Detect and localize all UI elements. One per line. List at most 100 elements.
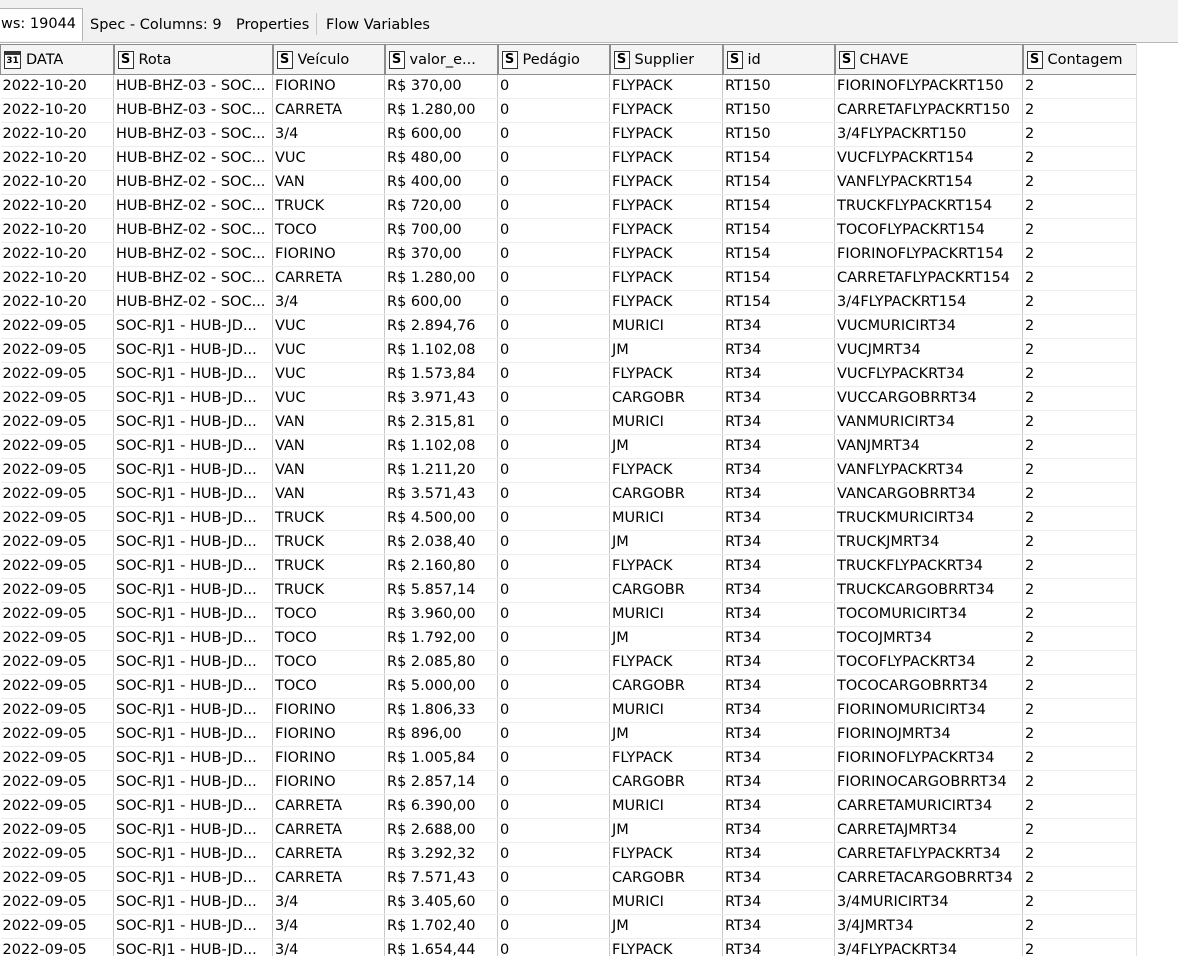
cell-rota[interactable]: SOC-RJ1 - HUB-JD...	[113, 434, 273, 459]
cell-rota[interactable]: SOC-RJ1 - HUB-JD...	[113, 794, 273, 819]
cell-id[interactable]: RT34	[722, 362, 835, 387]
cell-chave[interactable]: FIORINOCARGOBRRT34	[834, 770, 1023, 795]
cell-veiculo[interactable]: FIORINO	[272, 698, 385, 723]
cell-data[interactable]: 2022-09-05	[0, 410, 114, 435]
cell-rota[interactable]: SOC-RJ1 - HUB-JD...	[113, 386, 273, 411]
cell-supplier[interactable]: MURICI	[609, 410, 723, 435]
cell-pedagio[interactable]: 0	[497, 98, 610, 123]
cell-chave[interactable]: 3/4MURICIRT34	[834, 890, 1023, 915]
cell-rota[interactable]: HUB-BHZ-02 - SOC...	[113, 218, 273, 243]
table-row[interactable]: 2022-10-20 HUB-BHZ-02 - SOC... 3/4 R$ 600,0…	[0, 290, 1136, 315]
cell-pedagio[interactable]: 0	[497, 890, 610, 915]
cell-data[interactable]: 2022-09-05	[0, 362, 114, 387]
cell-id[interactable]: RT34	[722, 842, 835, 867]
cell-valor[interactable]: R$ 720,00	[384, 194, 498, 219]
cell-veiculo[interactable]: VAN	[272, 434, 385, 459]
cell-veiculo[interactable]: TRUCK	[272, 578, 385, 603]
cell-valor[interactable]: R$ 400,00	[384, 170, 498, 195]
cell-rota[interactable]: SOC-RJ1 - HUB-JD...	[113, 674, 273, 699]
cell-rota[interactable]: SOC-RJ1 - HUB-JD...	[113, 722, 273, 747]
cell-data[interactable]: 2022-09-05	[0, 626, 114, 651]
cell-veiculo[interactable]: CARRETA	[272, 866, 385, 891]
cell-pedagio[interactable]: 0	[497, 290, 610, 315]
cell-id[interactable]: RT34	[722, 530, 835, 555]
cell-data[interactable]: 2022-09-05	[0, 338, 114, 363]
cell-data[interactable]: 2022-09-05	[0, 386, 114, 411]
cell-supplier[interactable]: MURICI	[609, 602, 723, 627]
cell-contagem[interactable]: 2	[1022, 194, 1136, 219]
cell-supplier[interactable]: MURICI	[609, 314, 723, 339]
cell-id[interactable]: RT154	[722, 218, 835, 243]
cell-data[interactable]: 2022-09-05	[0, 938, 114, 956]
cell-contagem[interactable]: 2	[1022, 266, 1136, 291]
cell-rota[interactable]: SOC-RJ1 - HUB-JD...	[113, 938, 273, 956]
cell-veiculo[interactable]: 3/4	[272, 122, 385, 147]
cell-rota[interactable]: SOC-RJ1 - HUB-JD...	[113, 410, 273, 435]
cell-id[interactable]: RT34	[722, 650, 835, 675]
cell-pedagio[interactable]: 0	[497, 746, 610, 771]
cell-data[interactable]: 2022-09-05	[0, 890, 114, 915]
cell-pedagio[interactable]: 0	[497, 698, 610, 723]
cell-pedagio[interactable]: 0	[497, 842, 610, 867]
cell-contagem[interactable]: 2	[1022, 482, 1136, 507]
cell-contagem[interactable]: 2	[1022, 314, 1136, 339]
cell-data[interactable]: 2022-09-05	[0, 914, 114, 939]
table-row[interactable]: 2022-09-05 SOC-RJ1 - HUB-JD... FIORINO R$ 2…	[0, 770, 1136, 795]
cell-pedagio[interactable]: 0	[497, 314, 610, 339]
cell-id[interactable]: RT154	[722, 146, 835, 171]
table-row[interactable]: 2022-10-20 HUB-BHZ-02 - SOC... FIORINO R$ 3…	[0, 242, 1136, 267]
cell-veiculo[interactable]: TOCO	[272, 602, 385, 627]
cell-contagem[interactable]: 2	[1022, 74, 1136, 99]
cell-pedagio[interactable]: 0	[497, 626, 610, 651]
cell-supplier[interactable]: CARGOBR	[609, 386, 723, 411]
cell-chave[interactable]: CARRETAJMRT34	[834, 818, 1023, 843]
cell-chave[interactable]: CARRETACARGOBRRT34	[834, 866, 1023, 891]
tab-spec-columns[interactable]: Spec - Columns: 9	[83, 9, 229, 39]
cell-veiculo[interactable]: TOCO	[272, 674, 385, 699]
cell-pedagio[interactable]: 0	[497, 74, 610, 99]
cell-supplier[interactable]: CARGOBR	[609, 578, 723, 603]
cell-chave[interactable]: VANFLYPACKRT154	[834, 170, 1023, 195]
cell-rota[interactable]: HUB-BHZ-03 - SOC...	[113, 74, 273, 99]
table-row[interactable]: 2022-09-05 SOC-RJ1 - HUB-JD... TRUCK R$ 5.8…	[0, 578, 1136, 603]
cell-pedagio[interactable]: 0	[497, 242, 610, 267]
table-row[interactable]: 2022-09-05 SOC-RJ1 - HUB-JD... TRUCK R$ 2.1…	[0, 554, 1136, 579]
cell-data[interactable]: 2022-09-05	[0, 506, 114, 531]
cell-rota[interactable]: HUB-BHZ-03 - SOC...	[113, 122, 273, 147]
cell-veiculo[interactable]: FIORINO	[272, 746, 385, 771]
table-row[interactable]: 2022-09-05 SOC-RJ1 - HUB-JD... TRUCK R$ 2.0…	[0, 530, 1136, 555]
cell-contagem[interactable]: 2	[1022, 842, 1136, 867]
cell-veiculo[interactable]: VAN	[272, 482, 385, 507]
cell-rota[interactable]: SOC-RJ1 - HUB-JD...	[113, 458, 273, 483]
cell-valor[interactable]: R$ 1.102,08	[384, 338, 498, 363]
table-row[interactable]: 2022-09-05 SOC-RJ1 - HUB-JD... VUC R$ 1.573…	[0, 362, 1136, 387]
cell-contagem[interactable]: 2	[1022, 386, 1136, 411]
cell-pedagio[interactable]: 0	[497, 914, 610, 939]
cell-data[interactable]: 2022-09-05	[0, 578, 114, 603]
cell-contagem[interactable]: 2	[1022, 242, 1136, 267]
table-row[interactable]: 2022-09-05 SOC-RJ1 - HUB-JD... 3/4 R$ 3.405…	[0, 890, 1136, 915]
cell-rota[interactable]: HUB-BHZ-02 - SOC...	[113, 194, 273, 219]
cell-id[interactable]: RT34	[722, 698, 835, 723]
tab-flow-variables[interactable]: Flow Variables	[319, 9, 437, 39]
table-row[interactable]: 2022-09-05 SOC-RJ1 - HUB-JD... CARRETA R$ 2…	[0, 818, 1136, 843]
cell-valor[interactable]: R$ 1.280,00	[384, 266, 498, 291]
cell-valor[interactable]: R$ 2.038,40	[384, 530, 498, 555]
cell-contagem[interactable]: 2	[1022, 506, 1136, 531]
column-header-chave[interactable]: S CHAVE	[834, 44, 1024, 75]
cell-chave[interactable]: 3/4FLYPACKRT150	[834, 122, 1023, 147]
cell-supplier[interactable]: JM	[609, 530, 723, 555]
cell-id[interactable]: RT34	[722, 578, 835, 603]
table-row[interactable]: 2022-09-05 SOC-RJ1 - HUB-JD... 3/4 R$ 1.702…	[0, 914, 1136, 939]
cell-chave[interactable]: CARRETAMURICIRT34	[834, 794, 1023, 819]
cell-veiculo[interactable]: FIORINO	[272, 722, 385, 747]
cell-chave[interactable]: FIORINOMURICIRT34	[834, 698, 1023, 723]
cell-supplier[interactable]: FLYPACK	[609, 266, 723, 291]
cell-chave[interactable]: VANMURICIRT34	[834, 410, 1023, 435]
cell-data[interactable]: 2022-09-05	[0, 482, 114, 507]
cell-id[interactable]: RT34	[722, 794, 835, 819]
cell-id[interactable]: RT34	[722, 626, 835, 651]
table-row[interactable]: 2022-09-05 SOC-RJ1 - HUB-JD... VAN R$ 1.102…	[0, 434, 1136, 459]
table-row[interactable]: 2022-09-05 SOC-RJ1 - HUB-JD... 3/4 R$ 1.654…	[0, 938, 1136, 956]
cell-supplier[interactable]: JM	[609, 722, 723, 747]
